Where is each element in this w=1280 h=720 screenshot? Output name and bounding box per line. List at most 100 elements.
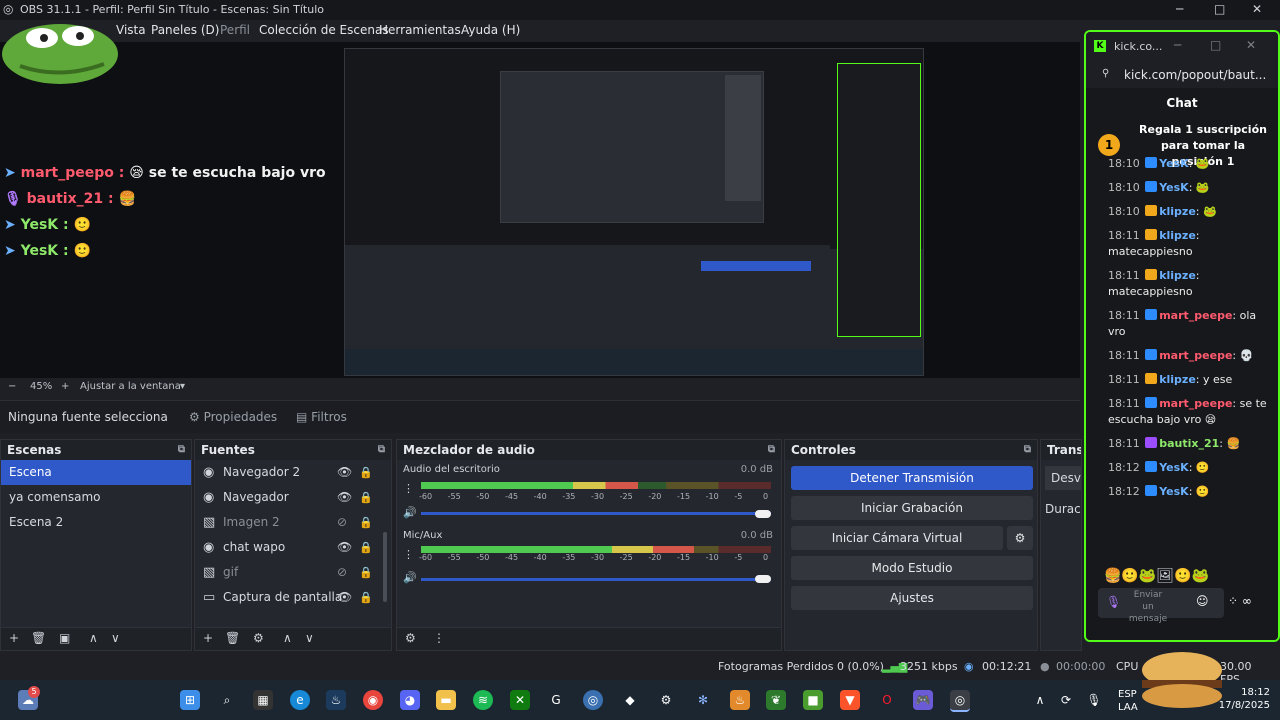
scene-item[interactable]: Escena 2	[1, 510, 191, 535]
zoom-out-button[interactable]: −	[8, 381, 16, 392]
minimize-button[interactable]: ─	[1176, 2, 1183, 16]
move-source-down-button[interactable]: ∨	[305, 631, 314, 645]
chat-settings-icon[interactable]: ⁘ ∞	[1228, 594, 1252, 608]
volume-slider-handle[interactable]	[755, 510, 771, 518]
menu-herramientas[interactable]: Herramientas	[379, 23, 461, 37]
snowflake-app-icon[interactable]: ✻	[693, 690, 713, 710]
start-recording-button[interactable]: Iniciar Grabación	[791, 496, 1033, 520]
message-username[interactable]: klipze	[1159, 229, 1196, 242]
start-button-icon[interactable]: ⊞	[180, 690, 200, 710]
remove-scene-button[interactable]: 🗑	[31, 631, 46, 645]
minimize-button[interactable]: ─	[1174, 38, 1181, 52]
scene-filters-button[interactable]: ▣	[59, 631, 70, 645]
tray-mic-icon[interactable]: 🎙	[1084, 690, 1104, 710]
source-item[interactable]: ▭ Captura de pantalla 👁 🔒	[195, 585, 391, 610]
lock-icon[interactable]: 🔒	[359, 485, 373, 510]
lock-icon[interactable]: 🔒	[359, 560, 373, 585]
kebab-menu-icon[interactable]: ⋮	[403, 482, 414, 495]
virtual-camera-settings-button[interactable]: ⚙	[1007, 526, 1033, 550]
dock-undock-icon[interactable]: ⧉	[1024, 440, 1031, 460]
fit-window-button[interactable]: Ajustar a la ventana	[80, 381, 181, 392]
gamepad-icon[interactable]: 🎮	[913, 690, 933, 710]
source-properties-button[interactable]: ⚙	[253, 631, 264, 645]
menu-vista[interactable]: Vista	[116, 23, 146, 37]
file-explorer-icon[interactable]: ▬	[436, 690, 456, 710]
message-username[interactable]: mart_peepe	[1159, 397, 1232, 410]
mixer-settings-button[interactable]: ⚙	[405, 631, 416, 645]
chrome-icon[interactable]: ◉	[363, 690, 383, 710]
eye-icon[interactable]: 👁	[337, 585, 352, 610]
volume-slider[interactable]	[421, 578, 771, 581]
message-username[interactable]: mart_peepe	[1159, 309, 1232, 322]
sources-scrollbar[interactable]	[383, 532, 387, 602]
message-username[interactable]: YesK	[1159, 181, 1189, 194]
menu-coleccion-escenas[interactable]: Colección de Escenas	[259, 23, 389, 37]
chat-input[interactable]: 🎙 Enviar un mensaje ☺	[1098, 588, 1224, 624]
source-item[interactable]: ▧ Imagen 2 ⊘ 🔒	[195, 510, 391, 535]
app-flame-icon[interactable]: ♨	[730, 690, 750, 710]
close-button[interactable]: ✕	[1252, 2, 1262, 16]
eye-icon[interactable]: 👁	[337, 460, 352, 485]
filters-button[interactable]: ▤ Filtros	[296, 410, 347, 424]
message-username[interactable]: YesK	[1159, 461, 1189, 474]
chip-app-icon[interactable]: ▦	[253, 690, 273, 710]
move-scene-down-button[interactable]: ∨	[111, 631, 120, 645]
studio-mode-button[interactable]: Modo Estudio	[791, 556, 1033, 580]
mixer-menu-button[interactable]: ⋮	[433, 631, 445, 645]
site-settings-icon[interactable]: ⚲	[1102, 68, 1109, 79]
add-source-button[interactable]: +	[203, 631, 213, 645]
message-username[interactable]: klipze	[1159, 373, 1196, 386]
opera-icon[interactable]: O	[877, 690, 897, 710]
search-icon[interactable]: ⌕	[217, 690, 237, 710]
source-item[interactable]: ▧ gif ⊘ 🔒	[195, 560, 391, 585]
edge-browser-icon[interactable]: e	[290, 690, 310, 710]
transition-select[interactable]: Desva	[1045, 466, 1081, 490]
message-username[interactable]: YesK	[1159, 157, 1189, 170]
properties-button[interactable]: ⚙ Propiedades	[189, 410, 277, 424]
keyboard-layout[interactable]: ESP LAA	[1118, 688, 1138, 714]
message-username[interactable]: klipze	[1159, 205, 1196, 218]
dock-undock-icon[interactable]: ⧉	[378, 440, 385, 460]
close-button[interactable]: ✕	[1246, 38, 1256, 52]
menu-ayuda[interactable]: Ayuda (H)	[461, 23, 520, 37]
speaker-icon[interactable]: 🔊	[403, 506, 417, 519]
message-username[interactable]: mart_peepe	[1159, 349, 1232, 362]
start-virtual-camera-button[interactable]: Iniciar Cámara Virtual	[791, 526, 1003, 550]
menu-perfil[interactable]: Perfil	[220, 23, 250, 37]
settings-button[interactable]: Ajustes	[791, 586, 1033, 610]
stop-stream-button[interactable]: Detener Transmisión	[791, 466, 1033, 490]
discord-icon[interactable]: ◕	[400, 690, 420, 710]
message-username[interactable]: YesK	[1159, 485, 1189, 498]
add-scene-button[interactable]: +	[9, 631, 19, 645]
menu-paneles[interactable]: Paneles (D)	[151, 23, 219, 37]
eye-icon[interactable]: 👁	[337, 535, 352, 560]
lock-icon[interactable]: 🔒	[359, 510, 373, 535]
source-item[interactable]: ◉ chat wapo 👁 🔒	[195, 535, 391, 560]
steam-icon[interactable]: ♨	[326, 690, 346, 710]
maximize-button[interactable]: □	[1210, 38, 1221, 52]
obs-taskbar-icon[interactable]: ◎	[950, 690, 970, 712]
source-item[interactable]: ◉ Navegador 2 👁 🔒	[195, 460, 391, 485]
lock-icon[interactable]: 🔒	[359, 535, 373, 560]
volume-slider-handle[interactable]	[755, 575, 771, 583]
chevron-down-icon[interactable]: ▾	[180, 381, 185, 392]
eye-hidden-icon[interactable]: ⊘	[337, 510, 347, 535]
zoom-in-button[interactable]: +	[61, 381, 69, 392]
remove-source-button[interactable]: 🗑	[225, 631, 240, 645]
dock-undock-icon[interactable]: ⧉	[768, 440, 775, 460]
brave-icon[interactable]: ▼	[840, 690, 860, 710]
spotify-icon[interactable]: ≋	[473, 690, 493, 710]
app-leaf-icon[interactable]: ❦	[766, 690, 786, 710]
app-circle-icon[interactable]: ◎	[583, 690, 603, 710]
scene-item[interactable]: ya comensamo	[1, 485, 191, 510]
kebab-menu-icon[interactable]: ⋮	[403, 548, 414, 561]
tray-chevron-icon[interactable]: ∧	[1030, 690, 1050, 710]
app-g-icon[interactable]: G	[546, 690, 566, 710]
address-bar[interactable]: ⚲ kick.com/popout/baut...	[1086, 62, 1278, 88]
volume-slider[interactable]	[421, 512, 771, 515]
move-scene-up-button[interactable]: ∧	[89, 631, 98, 645]
scene-item[interactable]: Escena	[1, 460, 191, 485]
emote-bar[interactable]: 🍔🙂🐸🖼🙂🐸	[1104, 568, 1209, 584]
settings-icon[interactable]: ⚙	[656, 690, 676, 710]
message-username[interactable]: bautix_21	[1159, 437, 1219, 450]
